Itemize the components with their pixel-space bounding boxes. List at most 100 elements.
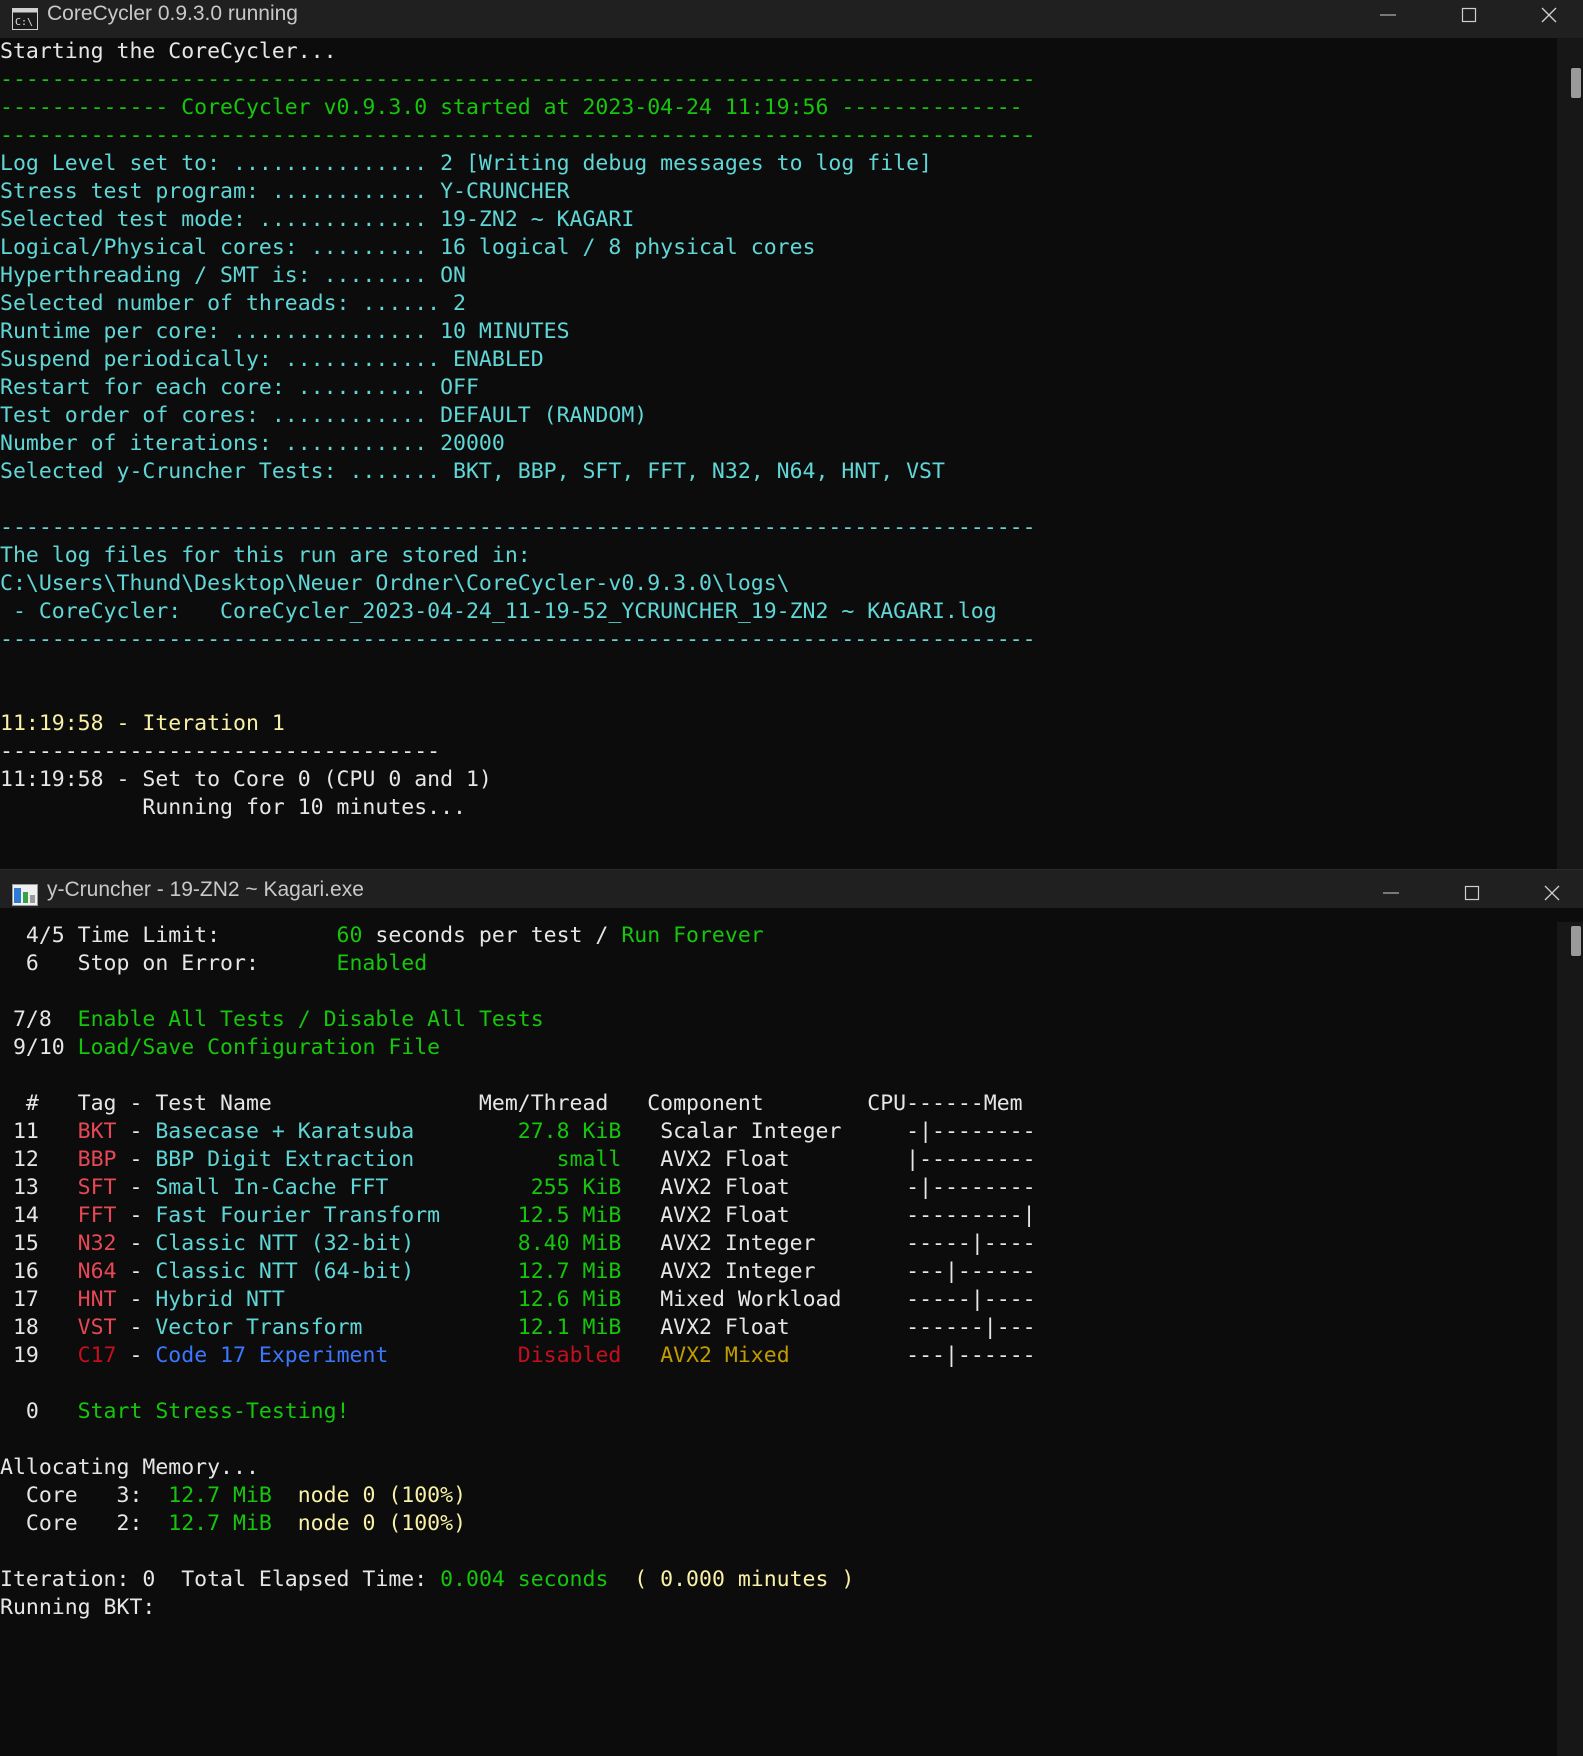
console-text-segment: 12 <box>0 1147 78 1172</box>
vertical-scrollbar[interactable] <box>1557 922 1583 1756</box>
console-text-segment: Running BKT: <box>0 1595 156 1620</box>
minimize-icon <box>1380 14 1396 16</box>
close-button[interactable] <box>1514 0 1583 32</box>
scrollbar-thumb[interactable] <box>1571 68 1581 98</box>
console-text-segment: Core 3: <box>0 1483 169 1508</box>
console-line: Selected number of threads: ...... 2 <box>0 291 466 316</box>
console-line: Running BKT: <box>0 1594 1557 1622</box>
console-text-segment: node 0 (100%) <box>297 1511 467 1536</box>
console-text-segment: Mixed Workload -----|---- <box>621 1287 1036 1312</box>
console-line: 15 N32 - Classic NTT (32-bit) 8.40 MiB A… <box>0 1230 1557 1258</box>
console-line: 4/5 Time Limit: 60 seconds per test / Ru… <box>0 922 1557 950</box>
console-text-segment: - <box>116 1203 156 1228</box>
console-text-segment: Run Forever <box>621 923 764 948</box>
console-text-segment: seconds per test / <box>362 923 622 948</box>
console-text-segment: Hybrid NTT <box>155 1287 492 1312</box>
console-line: - CoreCycler: CoreCycler_2023-04-24_11-1… <box>0 599 997 624</box>
console-line: Suspend periodically: ............ ENABL… <box>0 347 544 372</box>
console-text-segment: C17 <box>77 1343 117 1368</box>
console-text-segment: 14 <box>0 1203 78 1228</box>
console-text-segment: Basecase + Karatsuba <box>155 1119 492 1144</box>
console-line: Running for 10 minutes... <box>0 795 466 820</box>
console-text-segment: Disabled <box>491 1343 622 1368</box>
console-line: Starting the CoreCycler... <box>0 39 337 64</box>
console-line: Iteration: 0 Total Elapsed Time: 0.004 s… <box>0 1566 1557 1594</box>
console-line: Hyperthreading / SMT is: ........ ON <box>0 263 466 288</box>
ycruncher-titlebar[interactable]: y-Cruncher - 19-ZN2 ~ Kagari.exe <box>0 870 1583 908</box>
console-text-segment: - <box>116 1175 156 1200</box>
console-text-segment: SFT <box>77 1175 117 1200</box>
console-line: Selected y-Cruncher Tests: ....... BKT, … <box>0 459 945 484</box>
console-line: Log Level set to: ............... 2 [Wri… <box>0 151 932 176</box>
console-text-segment: AVX2 Float ------|--- <box>621 1315 1036 1340</box>
console-line: ---------------------------------- <box>0 739 441 764</box>
console-line: ----------------------------------------… <box>0 123 1036 148</box>
console-text-segment: 19 <box>0 1343 78 1368</box>
console-text-segment: - <box>116 1147 156 1172</box>
console-line: Runtime per core: ............... 10 MIN… <box>0 319 570 344</box>
maximize-icon <box>1461 7 1477 23</box>
console-line: ----------------------------------------… <box>0 627 1036 652</box>
console-text-segment: 18 <box>0 1315 78 1340</box>
corecycler-window: C:\ CoreCycler 0.9.3.0 running Starting … <box>0 0 1583 869</box>
console-text-segment: Scalar Integer -|-------- <box>621 1119 1036 1144</box>
console-text-segment: Enabled <box>336 951 428 976</box>
console-text-segment: 12.1 MiB <box>491 1315 622 1340</box>
console-output[interactable]: Starting the CoreCycler... --------------… <box>0 38 1557 869</box>
console-text-segment: - <box>116 1119 156 1144</box>
console-text-segment: 60 <box>336 923 363 948</box>
vertical-scrollbar[interactable] <box>1557 38 1583 869</box>
console-text-segment <box>272 1483 298 1508</box>
console-text-segment: 6 Stop on Error: <box>0 951 337 976</box>
console-line: Allocating Memory... <box>0 1454 1557 1482</box>
console-icon: C:\ <box>12 8 38 30</box>
console-text-segment <box>608 1567 634 1592</box>
console-text-segment: small <box>491 1147 622 1172</box>
console-text-segment <box>272 1511 298 1536</box>
console-line: 19 C17 - Code 17 Experiment Disabled AVX… <box>0 1342 1557 1370</box>
maximize-button[interactable] <box>1437 878 1507 910</box>
console-line: 12 BBP - BBP Digit Extraction small AVX2… <box>0 1146 1557 1174</box>
console-line: Stress test program: ............ Y-CRUN… <box>0 179 570 204</box>
console-line: Number of iterations: ........... 20000 <box>0 431 505 456</box>
console-text-segment: Classic NTT (64-bit) <box>155 1259 492 1284</box>
console-text-segment: Core 2: <box>0 1511 169 1536</box>
console-text-segment: VST <box>77 1315 117 1340</box>
console-text-segment: Enable All Tests / Disable All Tests <box>77 1007 544 1032</box>
console-line: ----------------------------------------… <box>0 515 1036 540</box>
console-line: 17 HNT - Hybrid NTT 12.6 MiB Mixed Workl… <box>0 1286 1557 1314</box>
console-text-segment: Fast Fourier Transform <box>155 1203 492 1228</box>
console-text-segment: - <box>116 1343 156 1368</box>
console-text-segment: AVX2 Float |--------- <box>621 1147 1036 1172</box>
console-text-segment: AVX2 Integer -----|---- <box>621 1231 1036 1256</box>
console-line: ----------------------------------------… <box>0 67 1036 92</box>
console-text-segment: 8.40 MiB <box>491 1231 622 1256</box>
console-output[interactable]: 4/5 Time Limit: 60 seconds per test / Ru… <box>0 922 1557 1756</box>
console-text-segment: - <box>116 1315 156 1340</box>
console-text-segment: 7/8 <box>0 1007 78 1032</box>
console-text-segment: Small In-Cache FFT <box>155 1175 492 1200</box>
console-text-segment: # Tag - Test Name Mem/Thread Component C… <box>0 1091 1023 1116</box>
minimize-button[interactable] <box>1353 0 1423 32</box>
console-text-segment: - <box>116 1259 156 1284</box>
console-text-segment: 12.7 MiB <box>168 1483 272 1508</box>
console-text-segment: AVX2 Float ---------| <box>621 1203 1036 1228</box>
console-text-segment: 27.8 KiB <box>491 1119 622 1144</box>
console-text-segment: 255 KiB <box>491 1175 622 1200</box>
console-line: Core 3: 12.7 MiB node 0 (100%) <box>0 1482 1557 1510</box>
app-icon <box>12 884 38 906</box>
maximize-button[interactable] <box>1434 0 1504 32</box>
console-text-segment: HNT <box>77 1287 117 1312</box>
console-line: 11 BKT - Basecase + Karatsuba 27.8 KiB S… <box>0 1118 1557 1146</box>
console-line: 6 Stop on Error: Enabled <box>0 950 1557 978</box>
console-text-segment: 17 <box>0 1287 78 1312</box>
minimize-button[interactable] <box>1356 878 1426 910</box>
console-text-segment: BKT <box>77 1119 117 1144</box>
corecycler-titlebar[interactable]: C:\ CoreCycler 0.9.3.0 running <box>0 0 1583 38</box>
console-line: C:\Users\Thund\Desktop\Neuer Ordner\Core… <box>0 571 790 596</box>
close-button[interactable] <box>1517 878 1583 910</box>
scrollbar-thumb[interactable] <box>1571 926 1581 956</box>
